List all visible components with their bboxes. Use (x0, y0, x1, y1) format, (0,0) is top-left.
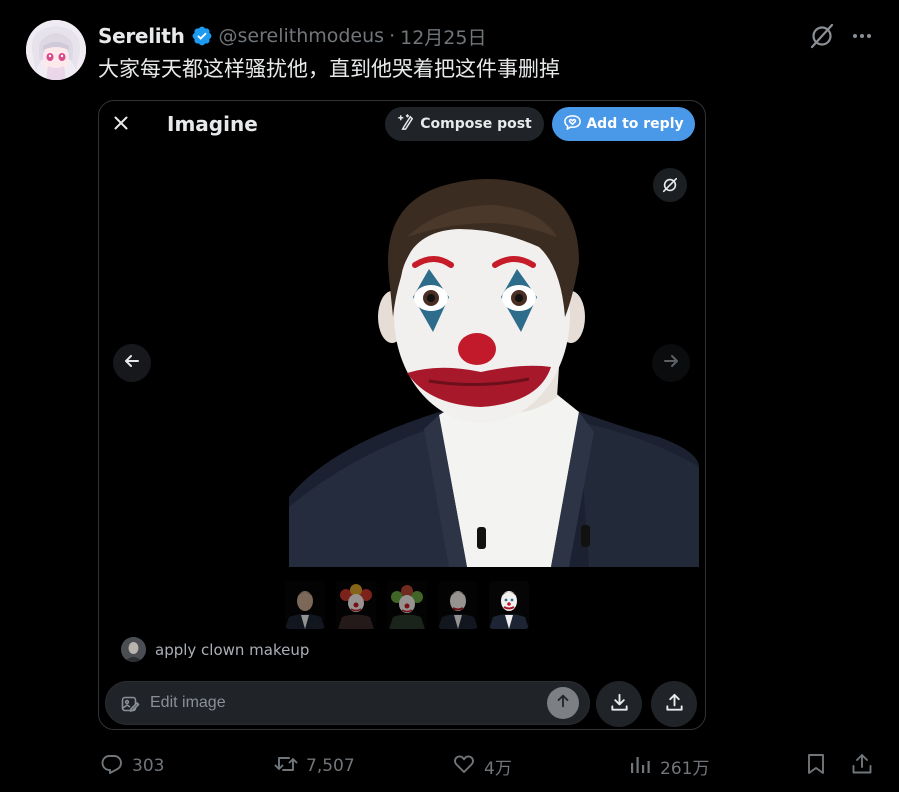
heart-chat-icon (563, 113, 582, 136)
edit-image-input[interactable] (150, 682, 540, 724)
add-to-reply-label: Add to reply (586, 116, 684, 132)
display-name[interactable]: Serelith (98, 24, 185, 48)
repost-icon (274, 752, 298, 781)
like-count: 4万 (484, 758, 512, 779)
share-image-button[interactable] (651, 681, 697, 727)
sparkle-pen-icon (397, 113, 416, 136)
heart-icon (452, 752, 476, 781)
next-image-button[interactable] (652, 344, 690, 382)
thumbnail-1[interactable] (285, 581, 325, 629)
thumbnail-strip (285, 581, 529, 629)
prompt-text: apply clown makeup (155, 640, 310, 659)
share-button[interactable] (850, 750, 874, 782)
thumbnail-5-selected[interactable] (489, 581, 529, 629)
views-count: 261万 (660, 758, 710, 779)
analytics-icon (628, 752, 652, 781)
prompt-row: apply clown makeup (121, 637, 309, 662)
send-button[interactable] (547, 687, 579, 719)
close-icon[interactable] (109, 111, 133, 135)
share-post-icon (850, 752, 874, 781)
arrow-right-icon (661, 351, 681, 375)
share-icon (664, 692, 685, 717)
action-bar: 303 7,507 4万 261万 (0, 750, 899, 782)
handle[interactable]: @serelithmodeus (219, 25, 385, 47)
generated-image (289, 167, 699, 567)
thumbnail-2[interactable] (336, 581, 376, 629)
views-button[interactable]: 261万 (628, 750, 709, 782)
arrow-up-icon (554, 692, 572, 714)
reply-button[interactable]: 303 (100, 750, 164, 782)
compose-post-label: Compose post (420, 116, 532, 132)
imagine-card: Imagine Compose post Add to reply apply … (98, 100, 706, 730)
thumbnail-3[interactable] (387, 581, 427, 629)
arrow-left-icon (122, 351, 142, 375)
reply-icon (100, 752, 124, 781)
post-date[interactable]: 12月25日 (400, 23, 486, 50)
header-separator: · (389, 25, 396, 47)
compose-post-button[interactable]: Compose post (385, 107, 544, 141)
previous-image-button[interactable] (113, 344, 151, 382)
thumbnail-4[interactable] (438, 581, 478, 629)
edit-image-box (105, 681, 590, 725)
image-edit-icon[interactable] (120, 694, 140, 714)
repost-button[interactable]: 7,507 (274, 750, 355, 782)
card-title: Imagine (167, 112, 258, 136)
add-to-reply-button[interactable]: Add to reply (552, 107, 695, 141)
tweet-text: 大家每天都这样骚扰他，直到他哭着把这件事删掉 (98, 57, 560, 81)
repost-count: 7,507 (306, 756, 355, 776)
verified-badge-icon (191, 25, 213, 47)
grok-toggle-icon[interactable] (653, 168, 687, 202)
avatar[interactable] (26, 20, 86, 80)
bookmark-button[interactable] (804, 750, 828, 782)
grok-icon[interactable] (808, 22, 836, 50)
tweet-header: Serelith @serelithmodeus · 12月25日 (98, 22, 486, 50)
download-icon (609, 692, 630, 717)
bookmark-icon (804, 752, 828, 781)
like-button[interactable]: 4万 (452, 750, 512, 782)
download-button[interactable] (596, 681, 642, 727)
reply-count: 303 (132, 756, 165, 776)
prompt-avatar (121, 637, 146, 662)
more-icon[interactable] (850, 24, 874, 48)
